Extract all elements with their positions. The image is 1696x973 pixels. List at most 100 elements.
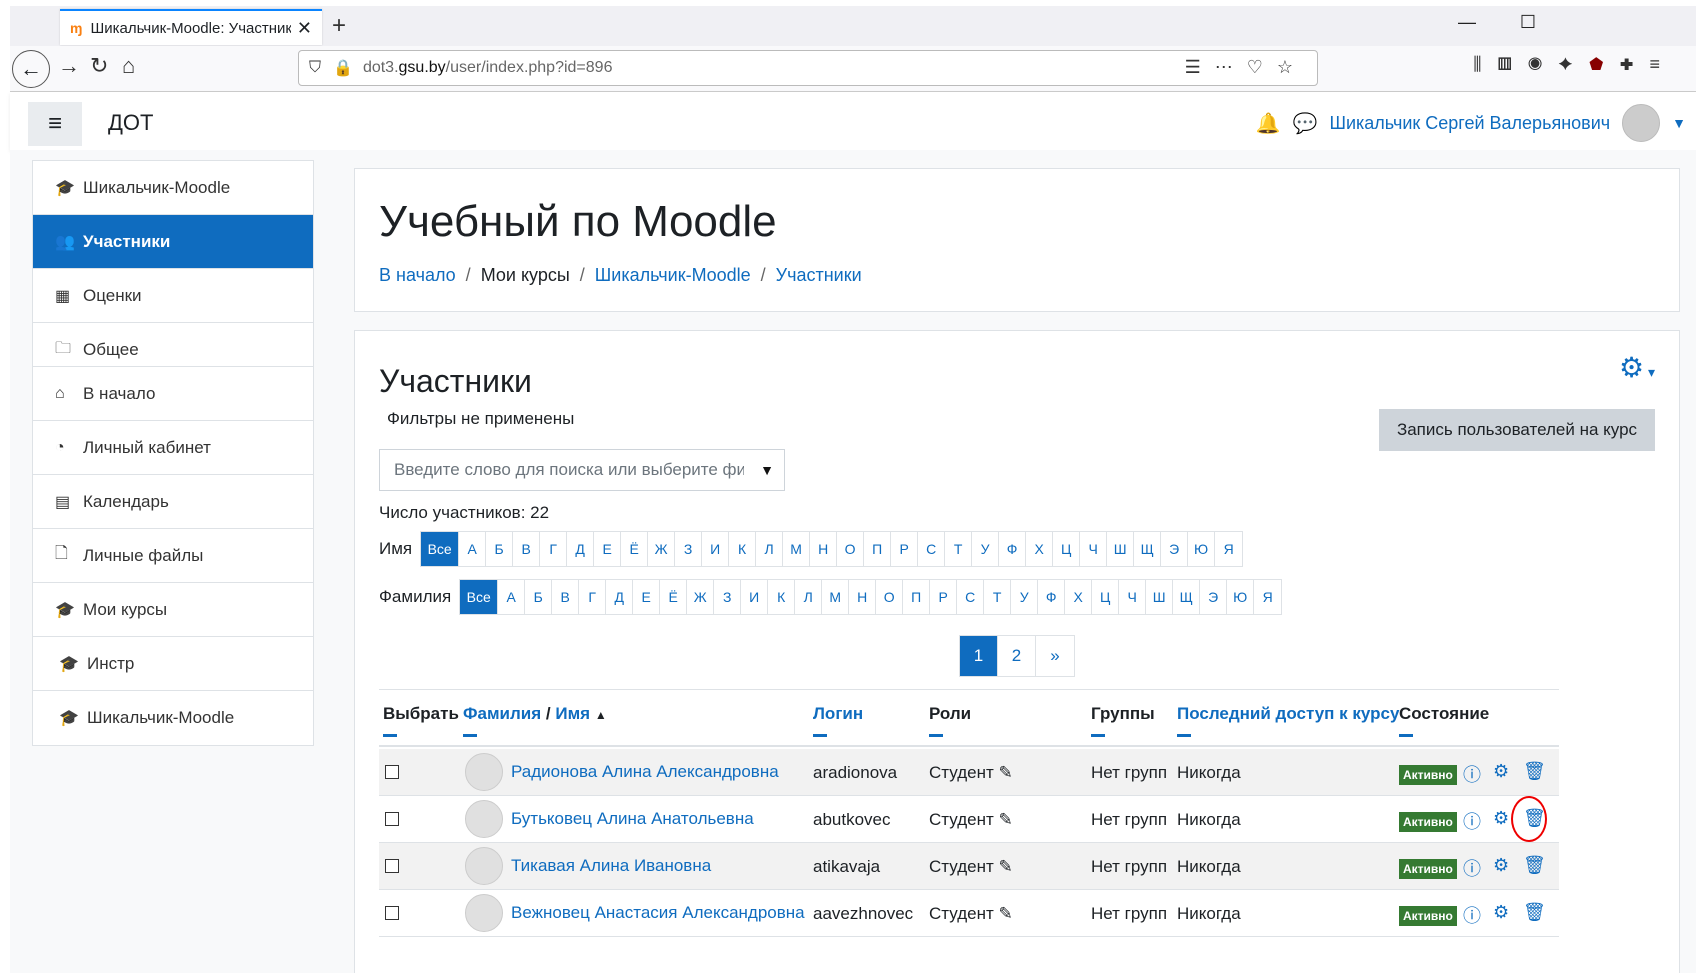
col-hide-toggle[interactable]	[1091, 734, 1105, 737]
pencil-icon[interactable]: ✎	[998, 904, 1012, 923]
initial-letter[interactable]: Д	[567, 532, 595, 566]
home-icon[interactable]: ⌂	[122, 53, 135, 79]
bookmark-star-icon[interactable]: ☆	[1277, 57, 1307, 77]
user-fullname-link[interactable]: Вежновец Анастасия Александровна	[511, 903, 805, 923]
sidebar-item-course-2[interactable]: 🎓 Шикальчик-Moodle	[33, 691, 313, 745]
user-name[interactable]: Шикальчик Сергей Валерьянович	[1329, 113, 1610, 134]
info-icon[interactable]: ⓘ	[1463, 761, 1481, 787]
initial-letter[interactable]: У	[1011, 580, 1039, 614]
page-next[interactable]: »	[1036, 636, 1074, 676]
gear-icon[interactable]: ⚙	[1493, 808, 1509, 829]
initial-letter[interactable]: Ё	[621, 532, 649, 566]
initial-letter[interactable]: З	[714, 580, 742, 614]
sidebar-item-private-files[interactable]: 🗋 Личные файлы	[33, 529, 313, 583]
bell-icon[interactable]: 🔔	[1256, 111, 1281, 136]
info-icon[interactable]: ⓘ	[1463, 902, 1481, 928]
sidebar-item-dashboard[interactable]: ◔ Личный кабинет	[33, 421, 313, 475]
initial-letter[interactable]: Ц	[1053, 532, 1081, 566]
user-picture[interactable]	[465, 800, 503, 838]
initial-letter[interactable]: К	[729, 532, 757, 566]
col-hide-toggle[interactable]	[929, 734, 943, 737]
initial-letter[interactable]: С	[918, 532, 946, 566]
initial-letter[interactable]: Ш	[1146, 580, 1174, 614]
enrol-users-button[interactable]: Запись пользователей на курс	[1379, 409, 1655, 451]
initial-letter[interactable]: Т	[984, 580, 1012, 614]
initial-letter[interactable]: У	[972, 532, 1000, 566]
initial-letter[interactable]: З	[675, 532, 703, 566]
select-checkbox[interactable]	[385, 906, 399, 920]
initial-letter[interactable]: Г	[540, 532, 568, 566]
sort-firstname[interactable]: Имя	[555, 704, 590, 723]
account-icon[interactable]: ◉	[1528, 54, 1558, 74]
initial-letter[interactable]: Я	[1215, 532, 1242, 566]
trash-icon[interactable]: 🗑	[1523, 855, 1546, 876]
initial-letter[interactable]: И	[702, 532, 730, 566]
initial-letter[interactable]: Э	[1161, 532, 1189, 566]
sidebar-icon[interactable]: ▥	[1497, 54, 1527, 74]
col-hide-toggle[interactable]	[1177, 734, 1191, 737]
initial-letter[interactable]: Ф	[999, 532, 1027, 566]
ublock-icon[interactable]: ⬟	[1589, 54, 1620, 74]
chat-icon[interactable]: 💬	[1293, 111, 1318, 136]
initial-letter[interactable]: Р	[891, 532, 919, 566]
sort-login[interactable]: Логин	[813, 704, 863, 723]
reader-view-icon[interactable]: ☰	[1185, 57, 1215, 77]
close-tab-icon[interactable]: ✕	[297, 18, 312, 39]
menu-icon[interactable]: ≡	[1649, 54, 1676, 74]
user-picture[interactable]	[465, 847, 503, 885]
initial-letter[interactable]: Л	[795, 580, 823, 614]
initial-letter[interactable]: Ц	[1092, 580, 1120, 614]
gear-icon[interactable]: ⚙	[1493, 855, 1509, 876]
trash-icon[interactable]: 🗑	[1523, 761, 1546, 782]
info-icon[interactable]: ⓘ	[1463, 808, 1481, 834]
sidebar-item-participants[interactable]: 👥 Участники	[33, 215, 313, 269]
sort-lastname[interactable]: Фамилия	[463, 704, 541, 723]
search-input[interactable]: Введите слово для поиска или выберите фи…	[379, 449, 785, 491]
library-icon[interactable]: ⫼	[1473, 54, 1497, 74]
info-icon[interactable]: ⓘ	[1463, 855, 1481, 881]
initial-letter[interactable]: Ё	[660, 580, 688, 614]
initial-letter[interactable]: Ш	[1107, 532, 1135, 566]
drawer-toggle-button[interactable]: ≡	[28, 102, 82, 146]
initial-letter[interactable]: Э	[1200, 580, 1228, 614]
initial-letter[interactable]: Х	[1026, 532, 1054, 566]
initial-letter[interactable]: О	[876, 580, 904, 614]
extensions-icon[interactable]: ✚	[1620, 54, 1650, 74]
initial-letter[interactable]: С	[957, 580, 985, 614]
initial-letter[interactable]: Д	[606, 580, 634, 614]
initial-letter[interactable]: Ч	[1080, 532, 1108, 566]
more-icon[interactable]: ⋯	[1215, 57, 1247, 77]
initial-letter[interactable]: Ф	[1038, 580, 1066, 614]
initial-letter[interactable]: В	[552, 580, 580, 614]
pencil-icon[interactable]: ✎	[998, 810, 1012, 829]
user-fullname-link[interactable]: Бутьковец Алина Анатольевна	[511, 809, 754, 829]
user-fullname-link[interactable]: Радионова Алина Александровна	[511, 762, 779, 782]
gear-icon[interactable]: ⚙	[1493, 902, 1509, 923]
col-hide-toggle[interactable]	[383, 734, 397, 737]
initial-letter[interactable]: Я	[1254, 580, 1281, 614]
user-picture[interactable]	[465, 894, 503, 932]
page-1[interactable]: 1	[960, 636, 998, 676]
initial-letter[interactable]: Г	[579, 580, 607, 614]
col-hide-toggle[interactable]	[463, 734, 477, 737]
initial-letter[interactable]: Щ	[1173, 580, 1201, 614]
initial-letter[interactable]: Т	[945, 532, 973, 566]
initial-letter[interactable]: Б	[486, 532, 514, 566]
page-2[interactable]: 2	[998, 636, 1036, 676]
initial-letter[interactable]: Е	[633, 580, 661, 614]
browser-tab[interactable]: ɱ Шикальчик-Moodle: Участник ✕	[60, 9, 322, 45]
gear-icon[interactable]: ⚙	[1493, 761, 1509, 782]
initial-letter[interactable]: Ч	[1119, 580, 1147, 614]
breadcrumb-home[interactable]: В начало	[379, 265, 456, 286]
initial-letter[interactable]: Ж	[648, 532, 676, 566]
pencil-icon[interactable]: ✎	[998, 857, 1012, 876]
initial-letter[interactable]: В	[513, 532, 541, 566]
initial-letter[interactable]: Ж	[687, 580, 715, 614]
user-avatar[interactable]	[1622, 104, 1661, 142]
select-checkbox[interactable]	[385, 812, 399, 826]
url-bar[interactable]: ⛉ 🔒 dot3. gsu.by/user/index.php?id=896 ☰⋯…	[298, 50, 1318, 86]
initial-letter[interactable]: Р	[930, 580, 958, 614]
select-checkbox[interactable]	[385, 765, 399, 779]
pencil-icon[interactable]: ✎	[998, 763, 1012, 782]
gear-icon[interactable]: ⚙ ▾	[1619, 351, 1655, 384]
